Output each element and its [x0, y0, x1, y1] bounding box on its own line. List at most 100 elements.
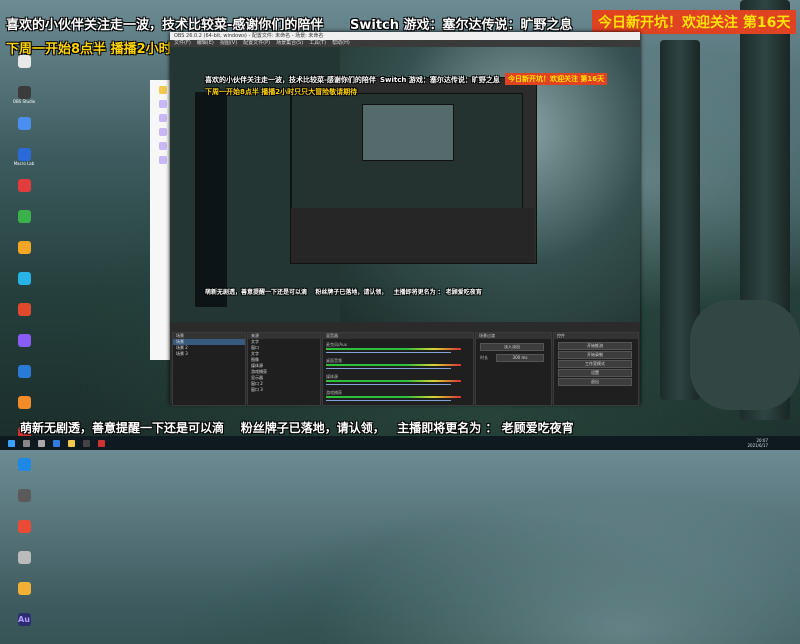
obs-menu-item[interactable]: 编辑(E) [197, 40, 214, 47]
mixer-header: 混音器 [323, 333, 473, 339]
app-taskbar-icon[interactable] [98, 439, 105, 447]
desktop-icon[interactable]: OBS Studio [0, 86, 48, 113]
control-button[interactable]: 退出 [558, 378, 632, 386]
preview-caption-follow: 喜欢的小伙伴关注走一波，技术比较菜-感谢你们的陪伴 [205, 76, 376, 84]
desktop-icon[interactable] [0, 458, 48, 485]
obs-preview[interactable]: 喜欢的小伙伴关注走一波，技术比较菜-感谢你们的陪伴 下周一开始8点半 播播2小时… [170, 47, 640, 322]
sources-panel: 来源 文字 窗口 文字 图像 媒体源 游戏捕获 显示器 窗口 2 窗口 3 [247, 332, 321, 406]
desktop-icon[interactable] [0, 241, 48, 268]
volume-slider[interactable] [326, 352, 451, 353]
transitions-panel: 场景过渡 淡入淡出 时长 300 ms [475, 332, 552, 406]
desktop-icon[interactable] [0, 365, 48, 392]
desktop-icon-label: OBS Studio [12, 99, 36, 104]
scene-item[interactable]: 场景 3 [173, 351, 245, 357]
volume-slider[interactable] [326, 384, 451, 385]
app-icon [17, 303, 31, 316]
app-icon [17, 117, 31, 130]
audio-meter [326, 380, 461, 382]
obs-dock-row: 场景 场景 场景 2 场景 3 来源 文字 窗口 文字 图像 媒体源 游戏捕获 显示器 窗口 2窗… [170, 322, 640, 406]
nested-capture-2 [291, 93, 523, 210]
duration-input[interactable]: 300 ms [496, 354, 544, 362]
app-icon[interactable] [158, 142, 167, 150]
start-icon[interactable] [8, 439, 15, 447]
obs-menu-item[interactable]: 工具(T) [309, 40, 326, 47]
preview-desktop-icons [195, 92, 227, 307]
obs-menu-item[interactable]: 帮助(H) [332, 40, 350, 47]
controls-panel: 控件 开始推流 开始录制 工作室模式 设置 退出 [553, 332, 639, 406]
desktop-icon[interactable] [0, 582, 48, 609]
scenes-panel: 场景 场景 场景 2 场景 3 [172, 332, 246, 406]
audio-meter [326, 364, 461, 366]
preview-caption-schedule: 下周一开始8点半 播播2小时只只大冒险敬请期待 [205, 88, 358, 96]
caption-bottom-scroll: 萌新无剧透，善意提醒一下还是可以滴 粉丝牌子已落地，请认领， 主播即将更名为 ：… [20, 421, 574, 435]
desktop-icon[interactable]: Macro Lab [0, 148, 48, 175]
desktop-icon[interactable] [0, 179, 48, 206]
control-button[interactable]: 开始录制 [558, 351, 632, 359]
desktop-icon[interactable]: Au [0, 613, 48, 640]
app-icon [17, 55, 31, 68]
app-icon [17, 520, 31, 533]
desktop-icon[interactable] [0, 303, 48, 330]
transition-select[interactable]: 淡入淡出 [480, 343, 544, 351]
obs-title-bar: OBS 26.0.2 (64-bit, windows) - 配置文件: 未命名… [170, 32, 640, 40]
app-icon: Au [17, 613, 31, 626]
app-icon[interactable] [158, 86, 167, 94]
desktop-icon-label: Macro Lab [13, 161, 35, 166]
audio-meter [326, 396, 461, 398]
app-icon[interactable] [158, 100, 167, 108]
task-view-icon[interactable] [38, 439, 45, 447]
folder-icon[interactable] [68, 439, 75, 447]
app-icon [17, 365, 31, 378]
obs-menu-item[interactable]: 配置文件(P) [243, 40, 270, 47]
transitions-header: 场景过渡 [476, 333, 551, 339]
app-icon [17, 458, 31, 471]
app-icon [17, 582, 31, 595]
desktop-icons: OBS Studio Macro Lab Au [0, 55, 48, 644]
obs-taskbar-icon[interactable] [83, 439, 90, 447]
desktop-icon[interactable] [0, 210, 48, 237]
source-item[interactable]: 窗口 3 [248, 387, 320, 393]
nested-capture-1 [290, 77, 537, 264]
desktop-icon[interactable] [0, 489, 48, 516]
obs-menu-item[interactable]: 视图(V) [220, 40, 237, 47]
audio-meter [326, 348, 461, 350]
nested-capture-3 [362, 104, 454, 161]
desktop-icon[interactable] [0, 117, 48, 144]
app-icon [17, 86, 31, 99]
browser-icon[interactable] [53, 439, 60, 447]
app-icon[interactable] [158, 128, 167, 136]
app-icon[interactable] [158, 156, 167, 164]
desktop-icon[interactable] [0, 272, 48, 299]
obs-menu-item[interactable]: 文件(F) [174, 40, 191, 47]
caption-follow: 喜欢的小伙伴关注走一波，技术比较菜-感谢你们的陪伴 [6, 18, 324, 33]
app-icon [17, 241, 31, 254]
volume-slider[interactable] [326, 368, 451, 369]
system-clock: 20:07 2021/6/17 [747, 438, 768, 448]
app-icon[interactable] [158, 114, 167, 122]
new-game-banner: 今日新开坑！欢迎关注 第16天 [592, 10, 797, 34]
app-icon [17, 396, 31, 409]
app-icon [17, 210, 31, 223]
background-rock [690, 300, 800, 410]
app-icon [17, 179, 31, 192]
taskbar [0, 436, 800, 450]
desktop-icon[interactable] [0, 334, 48, 361]
desktop-icon[interactable] [0, 520, 48, 547]
app-icon [17, 148, 31, 161]
control-button[interactable]: 开始推流 [558, 342, 632, 350]
obs-menu-item[interactable]: 场景集合(S) [276, 40, 303, 47]
nested-panels [291, 208, 534, 263]
app-icon [17, 334, 31, 347]
obs-window: OBS 26.0.2 (64-bit, windows) - 配置文件: 未命名… [170, 32, 640, 406]
search-icon[interactable] [23, 439, 30, 447]
caption-switch-game: Switch 游戏：塞尔达传说：旷野之息 [350, 18, 573, 33]
volume-slider[interactable] [326, 400, 451, 401]
desktop-icon[interactable] [0, 55, 48, 82]
control-button[interactable]: 设置 [558, 369, 632, 377]
controls-header: 控件 [554, 333, 638, 339]
mixer-panel: 混音器 麦克风/Aux 桌面音频 媒体源 游戏捕获 [322, 332, 474, 406]
duration-label: 时长 [480, 355, 488, 360]
desktop-icon[interactable] [0, 551, 48, 578]
control-button[interactable]: 工作室模式 [558, 360, 632, 368]
preview-bottom-caption: 萌新无剧透，善意提醒一下还是可以滴 粉丝牌子已落地，请认领， 主播即将更名为 ：… [205, 289, 482, 296]
